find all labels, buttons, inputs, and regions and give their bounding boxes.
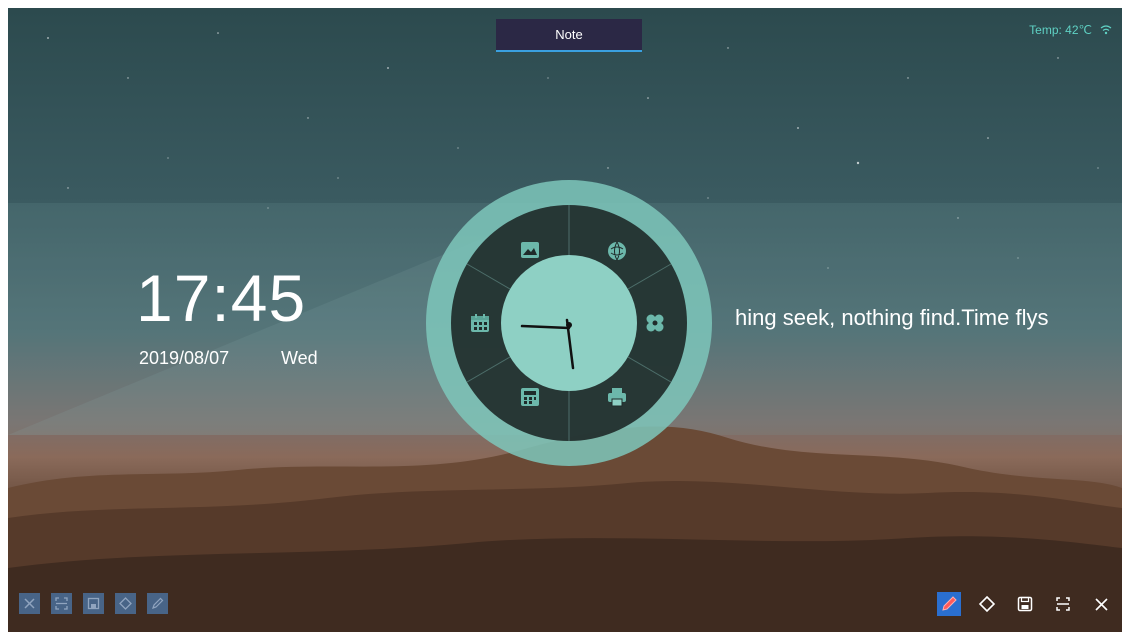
desktop-screen: Note Temp: 42℃ 17:45 2019/08/07 Wed hing… xyxy=(8,8,1122,632)
save-button[interactable] xyxy=(1013,592,1037,616)
toolbar-right xyxy=(937,592,1113,616)
toolbar-left xyxy=(19,593,168,614)
clock-time: 17:45 xyxy=(136,261,307,335)
clock-date: 2019/08/07 xyxy=(139,348,230,368)
close-icon xyxy=(1094,597,1108,611)
tab-note[interactable]: Note xyxy=(496,19,642,52)
pen-button-left[interactable] xyxy=(147,593,168,614)
eraser-icon xyxy=(119,597,132,610)
save-button-left[interactable] xyxy=(83,593,104,614)
launcher-dial xyxy=(426,180,712,466)
clock-hub xyxy=(566,322,572,328)
fullscreen-button[interactable] xyxy=(1051,592,1075,616)
close-button-left[interactable] xyxy=(19,593,40,614)
calendar-icon[interactable] xyxy=(471,314,489,332)
clover-icon[interactable] xyxy=(646,314,664,332)
fullscreen-button-left[interactable] xyxy=(51,593,72,614)
save-icon xyxy=(1017,596,1033,612)
pen-icon xyxy=(152,597,164,609)
pen-button[interactable] xyxy=(937,592,961,616)
eraser-icon xyxy=(978,595,996,613)
globe-icon[interactable] xyxy=(608,241,626,261)
wifi-icon xyxy=(1100,25,1112,35)
image-icon[interactable] xyxy=(521,242,539,258)
save-icon xyxy=(87,597,100,610)
eraser-button[interactable] xyxy=(975,592,999,616)
quote-text: hing seek, nothing find.Time flys xyxy=(735,305,1049,330)
close-button[interactable] xyxy=(1089,592,1113,616)
fullscreen-icon xyxy=(55,597,68,610)
calculator-icon[interactable] xyxy=(521,388,539,406)
eraser-button-left[interactable] xyxy=(115,593,136,614)
status-bar: Temp: 42℃ xyxy=(1029,23,1112,37)
close-icon xyxy=(24,598,35,609)
temperature-readout: Temp: 42℃ xyxy=(1029,23,1092,37)
clock-weekday: Wed xyxy=(281,348,318,368)
fullscreen-icon xyxy=(1056,597,1070,611)
pen-icon xyxy=(942,596,957,611)
